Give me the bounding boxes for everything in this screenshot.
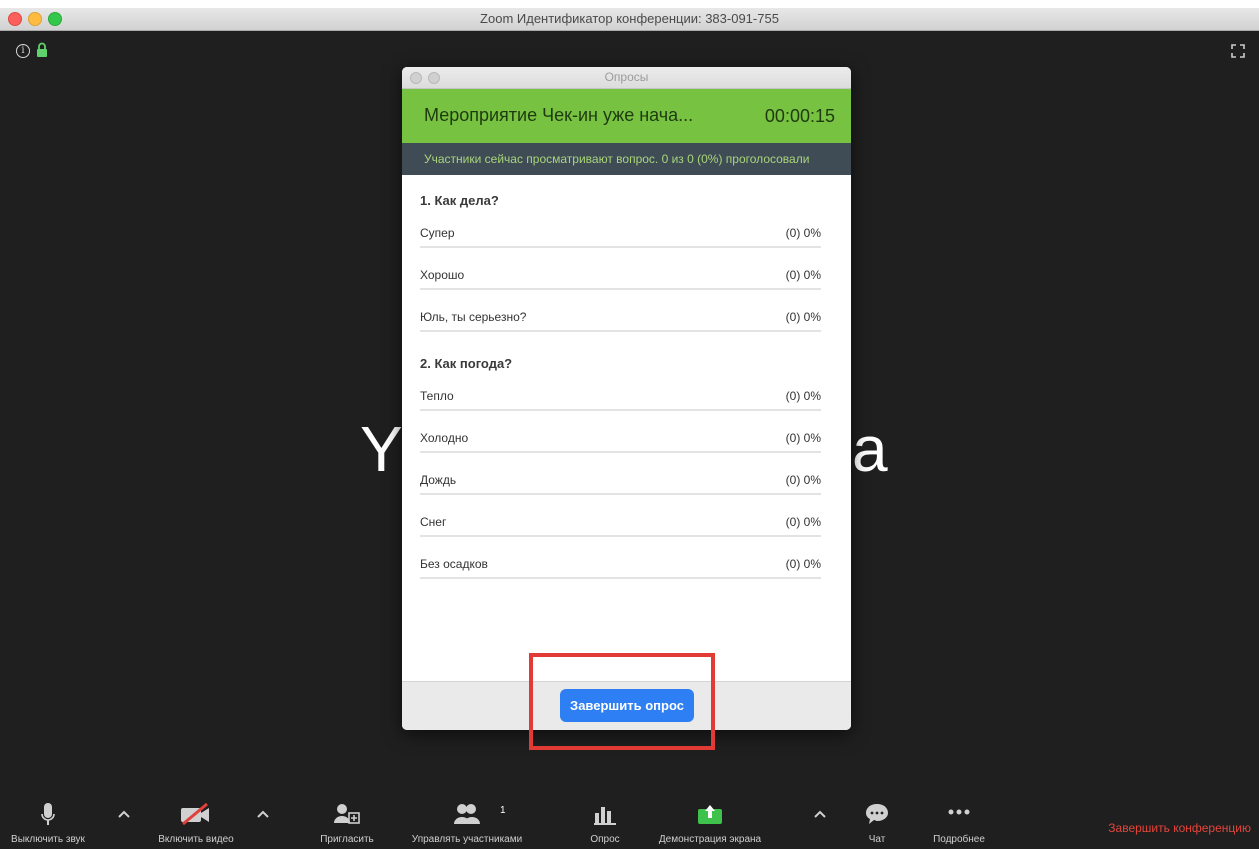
answer-result: (0) 0% (785, 389, 821, 403)
invite-user-icon (334, 804, 360, 824)
poll-timer: 00:00:15 (764, 106, 835, 126)
answer-label: Холодно (420, 431, 469, 445)
participant-name-left: Y (360, 413, 404, 485)
answer-row: Тепло (0) 0% (420, 381, 821, 411)
answer-row: Холодно (0) 0% (420, 423, 821, 453)
chat-label: Чат (868, 834, 886, 845)
poll-window: Опросы Мероприятие Чек-ин уже нача... 00… (402, 67, 851, 730)
window-titlebar: Zoom Идентификатор конференции: 383-091-… (0, 8, 1259, 31)
answer-label: Дождь (420, 473, 457, 487)
annotation-highlight-box (529, 653, 715, 750)
chevron-up-icon[interactable] (813, 809, 827, 819)
chat-bubble-icon (866, 804, 888, 824)
answer-result: (0) 0% (785, 557, 821, 571)
chevron-up-icon[interactable] (117, 809, 131, 819)
share-screen-icon (698, 805, 722, 824)
more-dots-icon (948, 809, 970, 815)
poll-header: Мероприятие Чек-ин уже нача... 00:00:15 (402, 89, 851, 143)
answer-label: Тепло (420, 389, 454, 403)
answer-result: (0) 0% (785, 268, 821, 282)
microphone-icon (41, 803, 55, 825)
answer-label: Снег (420, 515, 447, 529)
answer-label: Хорошо (420, 268, 465, 282)
answer-row: Снег (0) 0% (420, 507, 821, 537)
answer-result: (0) 0% (785, 473, 821, 487)
more-label: Подробнее (933, 834, 985, 845)
poll-window-title: Опросы (604, 70, 649, 84)
answer-label: Без осадков (420, 557, 488, 571)
answer-result: (0) 0% (785, 226, 821, 240)
answer-result: (0) 0% (785, 515, 821, 529)
share-screen-button[interactable]: Демонстрация экрана (650, 791, 770, 849)
answer-row: Хорошо (0) 0% (420, 260, 821, 290)
video-label: Включить видео (158, 834, 234, 845)
poll-button[interactable]: Опрос (582, 791, 628, 849)
caption-strip (0, 0, 1259, 8)
video-button[interactable]: Включить видео (148, 791, 244, 849)
invite-button[interactable]: Пригласить (314, 791, 380, 849)
lock-icon[interactable] (36, 42, 48, 58)
answer-row: Без осадков (0) 0% (420, 549, 821, 579)
participants-label: Управлять участниками (411, 834, 523, 845)
info-icon[interactable]: i (16, 44, 30, 58)
video-camera-off-icon (181, 803, 209, 825)
answer-label: Юль, ты серьезно? (420, 310, 527, 324)
fullscreen-icon[interactable] (1231, 44, 1245, 58)
share-screen-label: Демонстрация экрана (658, 834, 762, 845)
end-meeting-button[interactable]: Завершить конференцию (1108, 821, 1251, 835)
answer-row: Юль, ты серьезно? (0) 0% (420, 302, 821, 332)
poll-results: 1. Как дела? Супер (0) 0% Хорошо (0) 0% … (402, 175, 851, 579)
mute-button[interactable]: Выключить звук (10, 791, 86, 849)
bar-chart-icon (594, 807, 616, 825)
question-title: 2. Как погода? (420, 356, 513, 371)
poll-close-button[interactable] (410, 72, 422, 84)
answer-row: Супер (0) 0% (420, 218, 821, 248)
poll-minimize-button[interactable] (428, 72, 440, 84)
answer-label: Супер (420, 226, 455, 240)
participant-name-right: a (852, 413, 888, 485)
more-button[interactable]: Подробнее (924, 791, 994, 849)
question-title: 1. Как дела? (420, 193, 499, 208)
answer-result: (0) 0% (785, 431, 821, 445)
invite-label: Пригласить (320, 834, 374, 845)
poll-name: Мероприятие Чек-ин уже нача... (424, 105, 694, 125)
participants-count-badge: 1 (500, 805, 506, 816)
poll-status: Участники сейчас просматривают вопрос. 0… (402, 143, 851, 175)
meeting-toolbar: Выключить звук Включить видео Пригласить (0, 791, 1259, 849)
chevron-up-icon[interactable] (256, 809, 270, 819)
window-title: Zoom Идентификатор конференции: 383-091-… (480, 11, 779, 26)
chat-button[interactable]: Чат (854, 791, 900, 849)
answer-result: (0) 0% (785, 310, 821, 324)
manage-participants-button[interactable]: 1 Управлять участниками (412, 791, 522, 849)
poll-titlebar: Опросы (402, 67, 851, 89)
answer-row: Дождь (0) 0% (420, 465, 821, 495)
participants-icon (454, 804, 480, 824)
mute-label: Выключить звук (11, 834, 85, 845)
poll-label: Опрос (590, 834, 620, 845)
